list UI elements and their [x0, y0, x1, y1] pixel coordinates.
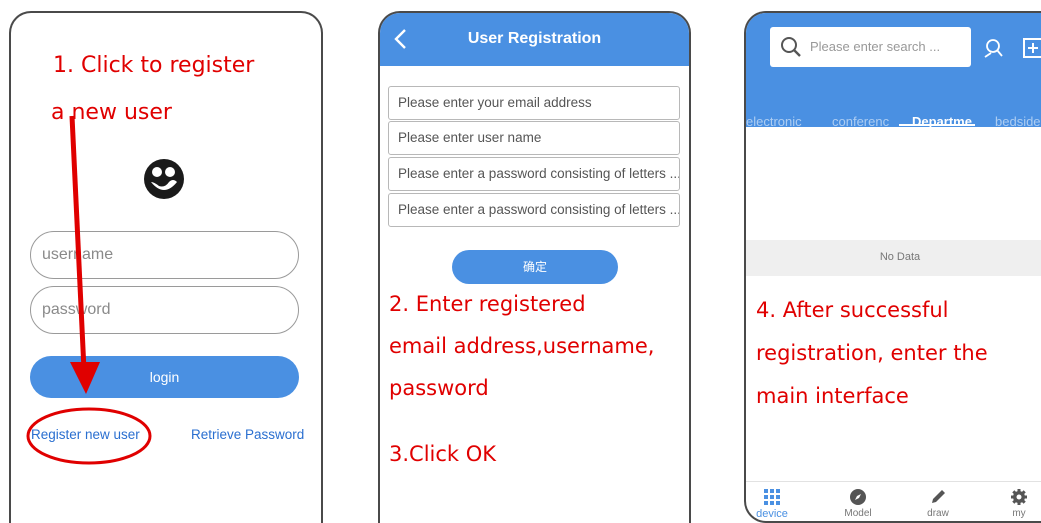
step4-annotation-line3: main interface: [756, 384, 909, 408]
annotation-circle: [26, 407, 152, 465]
compass-icon: [850, 489, 866, 505]
tab-electronic[interactable]: electronic: [746, 114, 802, 129]
active-tab-indicator: [899, 124, 975, 126]
step4-annotation-line2: registration, enter the: [756, 341, 988, 365]
nav-model-label: Model: [844, 508, 872, 519]
nav-device[interactable]: device: [746, 488, 802, 520]
registration-title: User Registration: [467, 30, 602, 47]
step2-annotation-line3: password: [389, 376, 489, 400]
gear-icon: [1011, 489, 1027, 505]
user-search-icon[interactable]: [982, 37, 1004, 64]
search-input[interactable]: Please enter search ...: [770, 27, 971, 67]
step2-annotation-line2: email address,username,: [389, 334, 655, 358]
step3-annotation: 3.Click OK: [389, 442, 497, 466]
search-placeholder: Please enter search ...: [810, 39, 941, 54]
plus-box-icon[interactable]: [1022, 37, 1041, 64]
step2-annotation-line1: 2. Enter registered: [389, 292, 586, 316]
grid-icon: [764, 489, 780, 505]
nav-draw-label: draw: [927, 508, 949, 519]
password-placeholder: Please enter a password consisting of le…: [398, 166, 680, 181]
tab-bedside[interactable]: bedside s: [995, 114, 1041, 129]
confirm-password-placeholder: Please enter a password consisting of le…: [398, 202, 680, 217]
empty-state-band: No Data: [746, 240, 1041, 276]
nav-draw[interactable]: draw: [908, 488, 968, 519]
username-placeholder: Please enter user name: [398, 130, 542, 145]
annotation-arrow-overlay: [26, 115, 152, 465]
ok-button-label: 确定: [522, 260, 547, 274]
step4-annotation-line1: 4. After successful: [756, 298, 949, 322]
bottom-nav: [746, 481, 1041, 482]
registration-header: User Registration: [380, 13, 689, 66]
no-data-label: No Data: [879, 251, 921, 263]
email-placeholder: Please enter your email address: [398, 95, 592, 110]
ok-button[interactable]: 确定: [452, 250, 618, 284]
search-icon: [780, 36, 802, 63]
nav-model[interactable]: Model: [828, 488, 888, 519]
tab-conference[interactable]: conferenc: [832, 114, 889, 129]
tab-department[interactable]: Departme: [912, 114, 972, 129]
annotation-arrow-head: [70, 362, 100, 394]
password-field[interactable]: Please enter a password consisting of le…: [388, 157, 680, 191]
nav-device-label: device: [756, 508, 788, 520]
email-field[interactable]: Please enter your email address: [388, 86, 680, 120]
registration-screen: User Registration Please enter your emai…: [378, 11, 691, 523]
pencil-icon: [932, 490, 945, 503]
nav-my-label: my: [1012, 508, 1026, 519]
annotation-arrow-line: [69, 115, 87, 371]
main-screen: Please enter search ... electronic confe…: [744, 11, 1041, 523]
nav-my[interactable]: my: [989, 488, 1041, 519]
main-header: Please enter search ...: [746, 13, 1041, 127]
username-field[interactable]: Please enter user name: [388, 121, 680, 155]
confirm-password-field[interactable]: Please enter a password consisting of le…: [388, 193, 680, 227]
